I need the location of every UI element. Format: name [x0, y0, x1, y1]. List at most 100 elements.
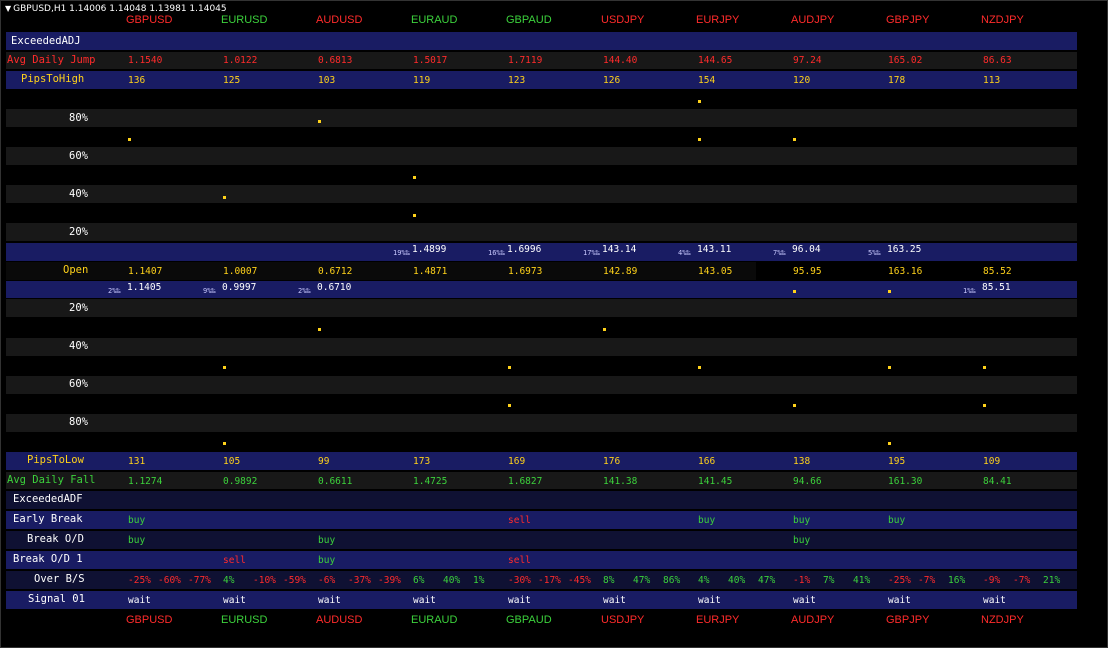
signal01-value: wait	[128, 595, 151, 606]
lower-level-band	[6, 299, 1077, 317]
low-value: 0.9997	[222, 282, 257, 293]
low-marks-band	[6, 281, 1077, 298]
upper-level-band	[6, 109, 1077, 127]
symbol-footer-eurjpy[interactable]: EURJPY	[696, 614, 739, 626]
level-marker-dot	[888, 442, 891, 445]
symbol-header-usdjpy[interactable]: USDJPY	[601, 14, 644, 26]
symbol-footer-audusd[interactable]: AUDUSD	[316, 614, 362, 626]
over-bs-value: 4%	[698, 575, 710, 586]
over-bs-value: 41%	[853, 575, 871, 586]
high-value: 143.14	[602, 244, 637, 255]
over-bs-value: -60%	[158, 575, 181, 586]
symbol-footer-nzdjpy[interactable]: NZDJPY	[981, 614, 1024, 626]
pips-to-low-value: 195	[888, 456, 906, 467]
avg-daily-jump-value: 1.7119	[508, 55, 543, 66]
chart-header[interactable]: ▼ GBPUSD,H1 1.14006 1.14048 1.13981 1.140…	[5, 4, 227, 14]
signal01-band	[6, 591, 1077, 609]
early-break-signal: sell	[508, 515, 531, 526]
symbol-footer-audjpy[interactable]: AUDJPY	[791, 614, 834, 626]
pips-to-low-value: 169	[508, 456, 526, 467]
symbol-header-eurusd[interactable]: EURUSD	[221, 14, 267, 26]
avg-daily-fall-value: 94.66	[793, 476, 822, 487]
high-value: 96.04	[792, 244, 821, 255]
open-value: 85.52	[983, 266, 1012, 277]
break-od1-signal: buy	[318, 555, 336, 566]
indicator-window: ▼ GBPUSD,H1 1.14006 1.14048 1.13981 1.140…	[0, 0, 1108, 648]
symbol-footer-eurusd[interactable]: EURUSD	[221, 614, 267, 626]
signal01-value: wait	[603, 595, 626, 606]
pips-to-high-value: 120	[793, 75, 811, 86]
over-bs-value: -77%	[188, 575, 211, 586]
signal01-label: Signal 01	[28, 593, 85, 605]
avg-daily-fall-value: 161.30	[888, 476, 923, 487]
symbol-header-audusd[interactable]: AUDUSD	[316, 14, 362, 26]
symbol-footer-euraud[interactable]: EURAUD	[411, 614, 457, 626]
level-marker-dot	[698, 366, 701, 369]
avg-daily-jump-value: 144.65	[698, 55, 733, 66]
avg-daily-jump-label: Avg Daily Jump	[7, 54, 96, 66]
avg-daily-fall-value: 1.4725	[413, 476, 448, 487]
pips-to-high-value: 113	[983, 75, 1001, 86]
open-label: Open	[63, 264, 89, 276]
low-pct: 2%‰	[108, 287, 121, 295]
symbol-footer-gbpusd[interactable]: GBPUSD	[126, 614, 172, 626]
over-bs-value: 47%	[758, 575, 776, 586]
break-od-signal: buy	[793, 535, 811, 546]
pips-to-low-value: 105	[223, 456, 241, 467]
over-bs-label: Over B/S	[34, 573, 85, 585]
symbol-footer-gbpaud[interactable]: GBPAUD	[506, 614, 552, 626]
symbol-header-audjpy[interactable]: AUDJPY	[791, 14, 834, 26]
level-marker-dot	[983, 366, 986, 369]
open-value: 143.05	[698, 266, 733, 277]
break-od1-band	[6, 551, 1077, 569]
pips-to-low-value: 131	[128, 456, 146, 467]
symbol-header-gbpjpy[interactable]: GBPJPY	[886, 14, 929, 26]
low-value: 1.1405	[127, 282, 162, 293]
symbol-info: GBPUSD,H1 1.14006 1.14048 1.13981 1.1404…	[13, 4, 227, 14]
high-pct: 7%‰	[773, 249, 786, 257]
over-bs-value: -25%	[128, 575, 151, 586]
level-marker-dot	[603, 328, 606, 331]
early-break-signal: buy	[888, 515, 906, 526]
pips-to-low-value: 99	[318, 456, 330, 467]
avg-daily-fall-value: 1.6827	[508, 476, 543, 487]
symbol-header-euraud[interactable]: EURAUD	[411, 14, 457, 26]
upper-level-band	[6, 223, 1077, 241]
avg-daily-fall-label: Avg Daily Fall	[7, 474, 96, 486]
high-value: 1.4899	[412, 244, 447, 255]
low-value: 0.6710	[317, 282, 352, 293]
symbol-header-gbpusd[interactable]: GBPUSD	[126, 14, 172, 26]
upper-level-band	[6, 89, 1077, 107]
over-bs-value: -17%	[538, 575, 561, 586]
open-value: 0.6712	[318, 266, 353, 277]
over-bs-value: 40%	[728, 575, 746, 586]
avg-daily-jump-value: 86.63	[983, 55, 1012, 66]
exceeded-adj-label: ExceededADJ	[11, 35, 81, 47]
avg-daily-jump-value: 97.24	[793, 55, 822, 66]
avg-daily-jump-value: 1.1540	[128, 55, 163, 66]
signal01-value: wait	[508, 595, 531, 606]
break-od-signal: buy	[128, 535, 146, 546]
lower-level-band	[6, 376, 1077, 394]
avg-daily-fall-value: 0.9892	[223, 476, 258, 487]
over-bs-value: -59%	[283, 575, 306, 586]
symbol-header-eurjpy[interactable]: EURJPY	[696, 14, 739, 26]
over-bs-value: -10%	[253, 575, 276, 586]
signal01-value: wait	[223, 595, 246, 606]
upper-pct-label: 60%	[69, 150, 88, 162]
over-bs-value: 1%	[473, 575, 485, 586]
symbol-footer-usdjpy[interactable]: USDJPY	[601, 614, 644, 626]
early-break-band	[6, 511, 1077, 529]
level-marker-dot	[318, 120, 321, 123]
symbol-header-nzdjpy[interactable]: NZDJPY	[981, 14, 1024, 26]
level-marker-dot	[223, 442, 226, 445]
over-bs-value: 47%	[633, 575, 651, 586]
dropdown-triangle-icon[interactable]: ▼	[5, 4, 11, 13]
pips-to-low-value: 176	[603, 456, 621, 467]
lower-pct-label: 60%	[69, 378, 88, 390]
symbol-footer-gbpjpy[interactable]: GBPJPY	[886, 614, 929, 626]
lower-level-band	[6, 433, 1077, 451]
level-marker-dot	[318, 328, 321, 331]
symbol-header-gbpaud[interactable]: GBPAUD	[506, 14, 552, 26]
high-pct: 4%‰	[678, 249, 691, 257]
